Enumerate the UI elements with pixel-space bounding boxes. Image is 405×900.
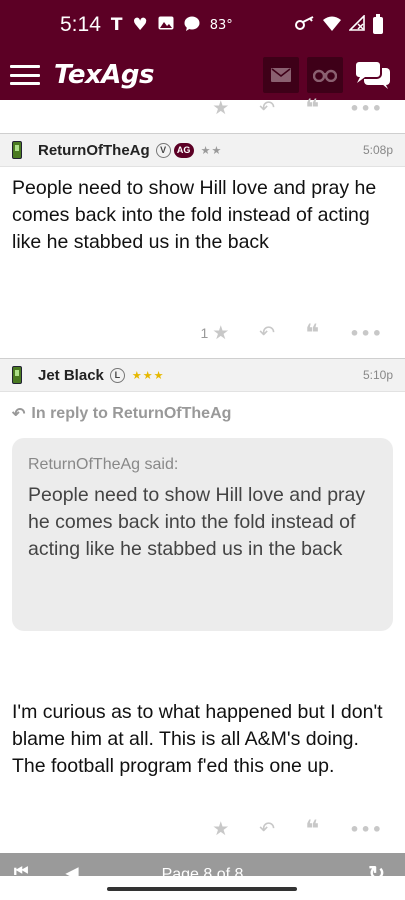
post-time: 5:10p — [362, 368, 393, 382]
reply-to-link[interactable]: ↶ In reply to ReturnOfTheAg — [0, 404, 405, 424]
gesture-handle[interactable] — [107, 887, 297, 891]
star-icon[interactable]: ★ — [212, 97, 229, 119]
app-logo[interactable]: TexAgs — [54, 60, 155, 90]
user-stars: ★★★ — [131, 369, 165, 382]
binoculars-icon — [313, 69, 337, 82]
like-count: 1 — [200, 325, 209, 341]
image-icon — [158, 16, 174, 34]
more-icon[interactable]: ••• — [349, 820, 383, 839]
post-actions: ★ ↶ ❝ ••• — [0, 815, 405, 843]
quote-body: People need to show Hill love and pray h… — [28, 484, 366, 560]
post-actions: ★ ↶ ❝ ••• — [0, 94, 405, 122]
post-username[interactable]: ReturnOfTheAg — [38, 142, 150, 159]
more-icon[interactable]: ••• — [349, 99, 383, 118]
badge-v: V — [155, 142, 171, 158]
chat-bubble-icon — [184, 16, 200, 35]
quote-icon[interactable]: ❝ — [305, 319, 319, 347]
chat-button[interactable] — [351, 57, 395, 93]
post-body: People need to show Hill love and pray h… — [12, 177, 377, 253]
reply-arrow-icon: ↶ — [12, 406, 26, 423]
reply-icon[interactable]: ↶ — [259, 322, 275, 344]
quote-block: ReturnOfTheAg said: People need to show … — [12, 438, 393, 631]
wifi-icon — [323, 16, 341, 35]
post-time: 5:08p — [362, 143, 393, 157]
badge-ag: AG — [173, 142, 194, 158]
mail-icon — [271, 68, 291, 82]
heart-icon: ♥ — [132, 14, 148, 35]
mail-button[interactable] — [263, 57, 299, 93]
reply-icon[interactable]: ↶ — [259, 97, 275, 119]
nyt-icon: T — [110, 14, 123, 35]
post-header: ReturnOfTheAg V AG ★★ 5:08p — [0, 133, 405, 167]
post-username[interactable]: Jet Black — [38, 367, 104, 384]
temperature: 83° — [209, 17, 233, 33]
badge-l: L — [109, 367, 125, 383]
key-icon — [295, 16, 315, 34]
reply-icon[interactable]: ↶ — [259, 818, 275, 840]
quote-icon[interactable]: ❝ — [305, 94, 319, 122]
watch-button[interactable] — [307, 57, 343, 93]
quote-icon[interactable]: ❝ — [305, 815, 319, 843]
status-time: 5:14 — [60, 13, 101, 36]
app-header: TexAgs — [0, 50, 405, 100]
quote-author: ReturnOfTheAg said: — [28, 456, 179, 473]
star-icon[interactable]: ★ — [212, 818, 229, 840]
post-header: Jet Black L ★★★ 5:10p — [0, 358, 405, 392]
chat-icon — [354, 60, 390, 89]
signal-icon — [348, 14, 365, 35]
post-body: I'm curious as to what happened but I do… — [12, 701, 383, 777]
mobile-phone-icon — [12, 141, 22, 159]
star-icon[interactable]: ★ — [212, 322, 229, 344]
menu-icon[interactable] — [10, 65, 40, 85]
user-stars: ★★ — [200, 144, 223, 157]
status-bar: 5:14 T ♥ 83° — [0, 0, 405, 50]
mobile-phone-icon — [12, 366, 22, 384]
reply-to-text: In reply to ReturnOfTheAg — [31, 405, 232, 422]
battery-icon — [373, 13, 383, 34]
post-actions: 1 ★ ↶ ❝ ••• — [0, 319, 405, 347]
more-icon[interactable]: ••• — [349, 324, 383, 343]
